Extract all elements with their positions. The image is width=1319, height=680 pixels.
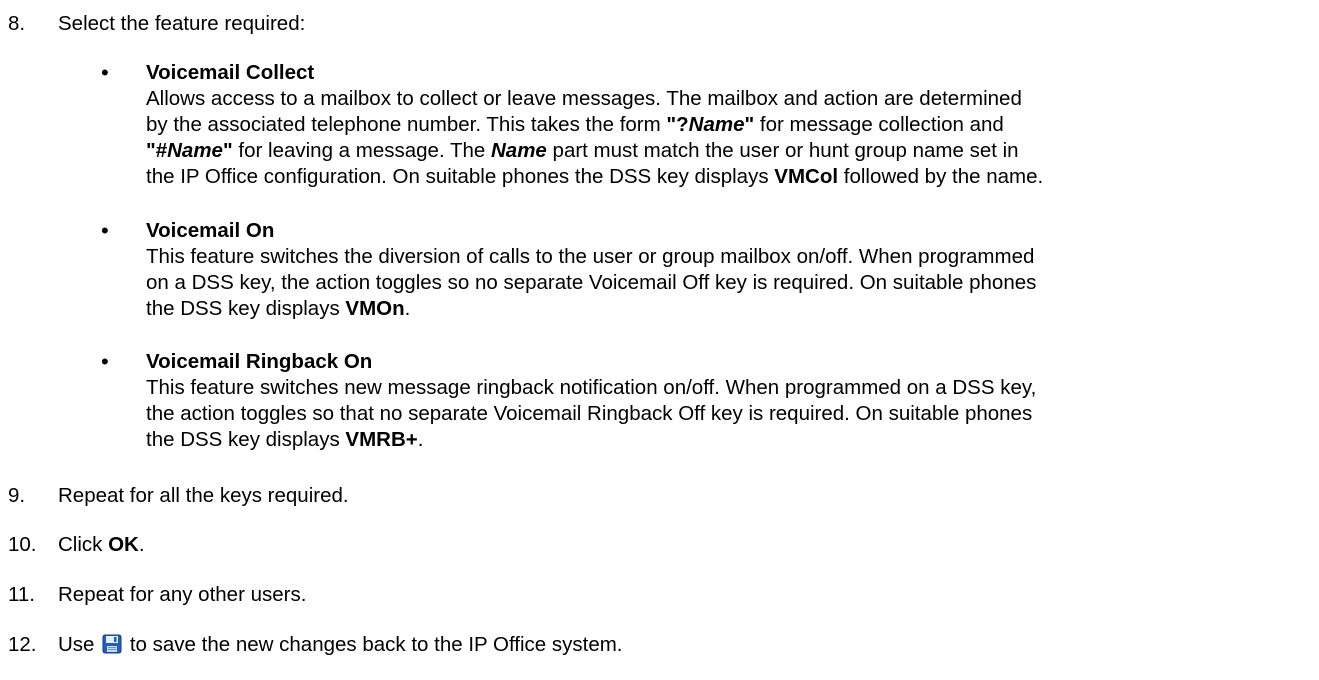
text-run: .: [417, 428, 424, 451]
quote-suffix: ": [744, 113, 755, 136]
text-run: .: [404, 297, 411, 320]
step-text: Click OK.: [58, 532, 145, 558]
step-number: 8.: [8, 12, 26, 35]
step-text: Repeat for any other users.: [58, 583, 307, 606]
quote-prefix: "?: [666, 113, 689, 136]
step-number: 11.: [8, 583, 35, 606]
feature-line: This feature switches the diversion of c…: [146, 245, 1035, 268]
feature-body: Voicemail Collect Allows access to a mai…: [146, 60, 1316, 190]
feature-line: on a DSS key, the action toggles so no s…: [146, 271, 1037, 294]
feature-line: by the associated telephone number. This…: [146, 112, 1316, 138]
feature-body: Voicemail On This feature switches the d…: [146, 218, 1316, 322]
bullet-glyph: •: [101, 349, 109, 374]
dss-key-label: VMCol: [774, 165, 839, 188]
step-number: 10.: [8, 533, 37, 556]
text-run: to save the new changes back to the IP O…: [124, 633, 623, 656]
text-run: the DSS key displays: [146, 297, 346, 320]
ok-label: OK: [108, 533, 139, 556]
step-number: 12.: [8, 633, 37, 656]
dss-key-label: VMOn: [345, 297, 405, 320]
name-placeholder: Name: [688, 113, 745, 136]
text-run: Use: [58, 633, 101, 656]
text-run: for message collection and: [754, 113, 1004, 136]
text-run: part must match the user or hunt group n…: [546, 139, 1019, 162]
feature-body: Voicemail Ringback On This feature switc…: [146, 349, 1316, 453]
quote-prefix: "#: [146, 139, 168, 162]
feature-line: the action toggles so that no separate V…: [146, 402, 1033, 425]
text-run: Click: [58, 533, 109, 556]
feature-line: "#Name" for leaving a message. The Name …: [146, 138, 1316, 164]
text-run: .: [138, 533, 145, 556]
save-icon: [102, 634, 122, 654]
step-number: 9.: [8, 484, 26, 507]
name-placeholder: Name: [167, 139, 223, 162]
feature-line: the IP Office configuration. On suitable…: [146, 164, 1316, 190]
name-placeholder: Name: [491, 139, 547, 162]
step-text: Select the feature required:: [58, 12, 306, 35]
step-text: Repeat for all the keys required.: [58, 484, 349, 507]
bullet-glyph: •: [101, 60, 109, 85]
text-run: followed by the name.: [838, 165, 1044, 188]
feature-line: This feature switches new message ringba…: [146, 376, 1037, 399]
step-text: Use to save the new changes back to the …: [58, 632, 623, 658]
feature-title: Voicemail Collect: [146, 61, 315, 84]
feature-line: the DSS key displays VMRB+.: [146, 427, 1316, 453]
text-run: for leaving a message. The: [232, 139, 491, 162]
text-run: by the associated telephone number. This…: [146, 113, 667, 136]
feature-title: Voicemail Ringback On: [146, 350, 373, 373]
dss-key-label: VMRB+: [345, 428, 418, 451]
feature-title: Voicemail On: [146, 219, 275, 242]
text-run: the DSS key displays: [146, 428, 346, 451]
feature-line: the DSS key displays VMOn.: [146, 296, 1316, 322]
feature-line: Allows access to a mailbox to collect or…: [146, 87, 1022, 110]
quote-suffix: ": [222, 139, 233, 162]
bullet-glyph: •: [101, 218, 109, 243]
text-run: the IP Office configuration. On suitable…: [146, 165, 775, 188]
